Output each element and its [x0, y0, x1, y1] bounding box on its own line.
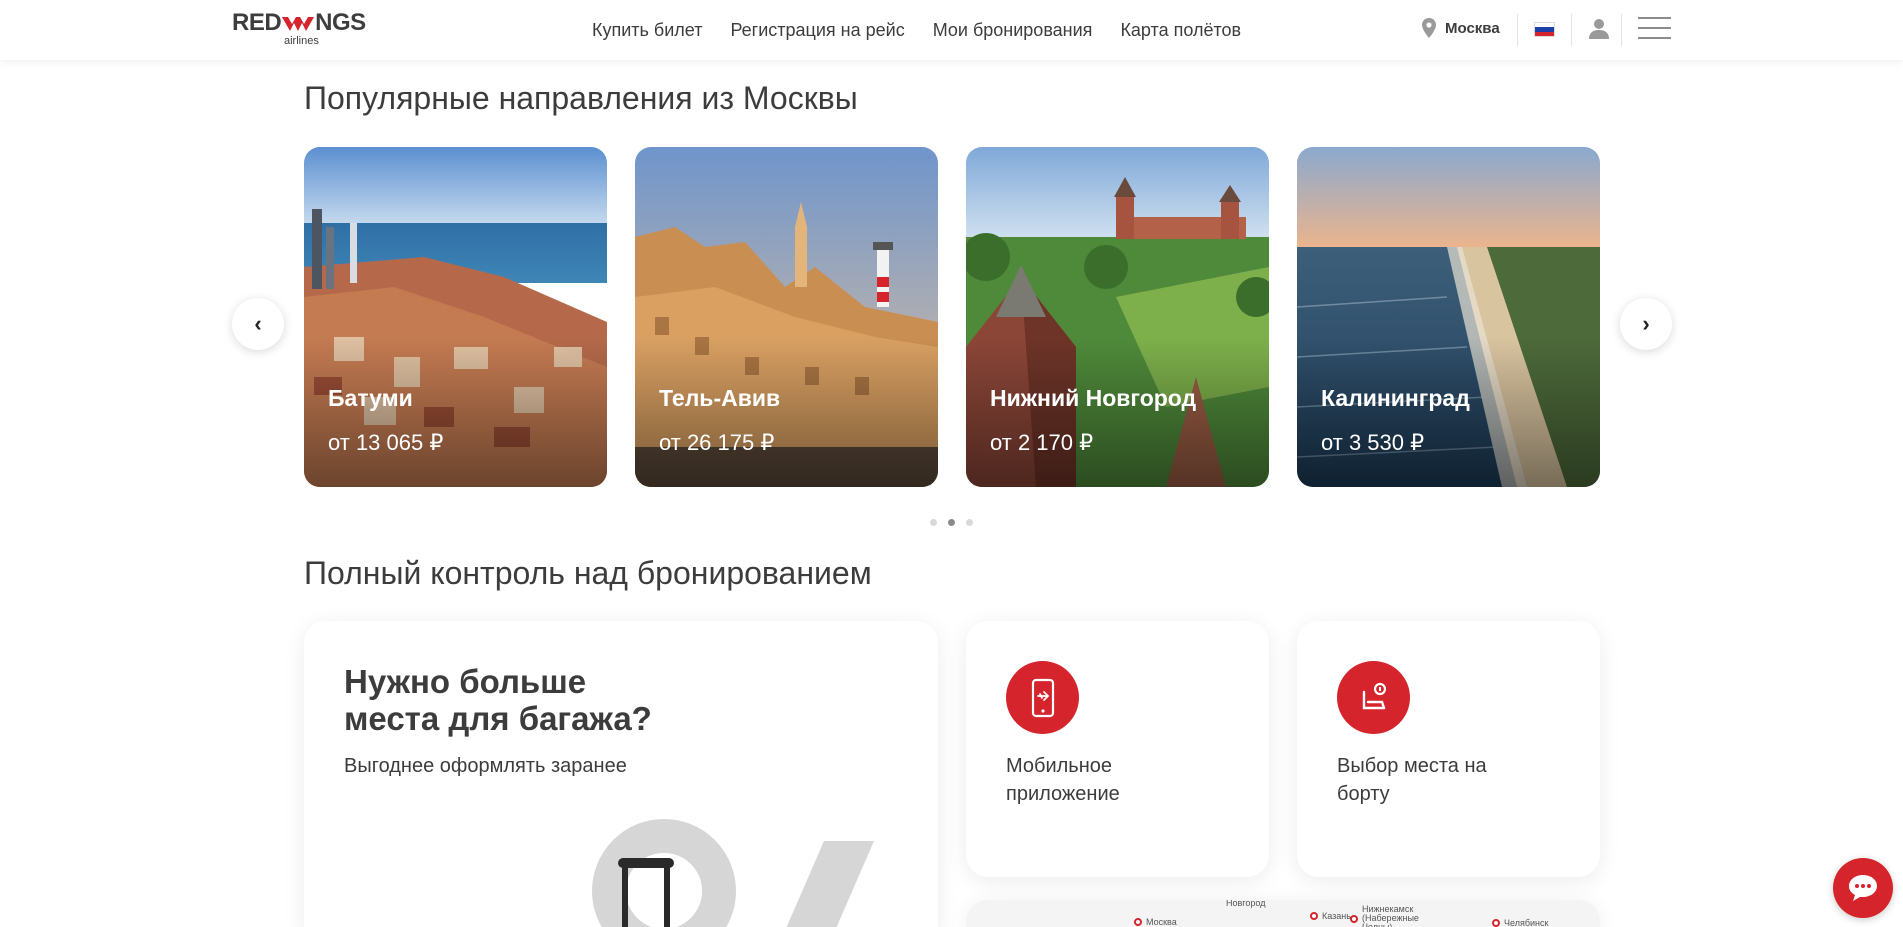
map-city-marker	[1350, 915, 1358, 923]
nav-buy-ticket[interactable]: Купить билет	[592, 20, 702, 41]
percent-suitcase-illustration	[592, 819, 874, 927]
destination-city: Нижний Новгород	[990, 385, 1197, 411]
map-city-label: Казань	[1322, 911, 1351, 921]
logo-text-rest: NGS	[315, 9, 366, 36]
map-city-label: Челябинск	[1504, 918, 1549, 927]
header-divider	[1571, 14, 1572, 46]
header-divider	[1517, 14, 1518, 46]
destination-card[interactable]: Калининград от 3 530 ₽	[1297, 147, 1600, 487]
destination-card[interactable]: Тель-Авив от 26 175 ₽	[635, 147, 938, 487]
pagination-dot[interactable]	[966, 519, 973, 526]
destination-price: от 2 170 ₽	[990, 430, 1094, 455]
carousel-pagination	[930, 519, 984, 526]
site-header: RED NGS airlines Купить билет Регистраци…	[0, 0, 1903, 60]
russia-flag-icon[interactable]	[1534, 22, 1555, 37]
map-city-label: Новгород	[1226, 900, 1266, 908]
chat-button[interactable]	[1833, 858, 1893, 918]
pagination-dot[interactable]	[930, 519, 937, 526]
card-overlay	[1297, 337, 1600, 487]
map-city-label: Нижнекамск (Набережные Челны)	[1362, 904, 1419, 927]
pagination-dot-active[interactable]	[948, 519, 955, 526]
chevron-left-icon: ‹	[254, 311, 262, 336]
feature-label: Мобильное приложение	[1006, 755, 1120, 805]
card-overlay	[304, 337, 607, 487]
destination-price: от 13 065 ₽	[328, 430, 444, 455]
feature-card-seat-selection[interactable]: Выбор места на борту	[1297, 621, 1600, 877]
feature-card-mobile-app[interactable]: Мобильное приложение	[966, 621, 1269, 877]
logo-text-red: RED	[232, 9, 282, 36]
chat-icon	[1849, 875, 1877, 901]
logo-subtitle: airlines	[284, 35, 319, 47]
card-overlay	[966, 337, 1269, 487]
location-pin-icon	[1422, 18, 1436, 38]
destination-price: от 26 175 ₽	[659, 430, 775, 455]
popular-title: Популярные направления из Москвы	[304, 80, 858, 116]
baggage-heading-line: места для багажа?	[344, 700, 652, 737]
baggage-heading-line: Нужно больше	[344, 663, 587, 700]
chevron-right-icon: ›	[1642, 311, 1650, 336]
destination-card[interactable]: Батуми от 13 065 ₽	[304, 147, 607, 487]
logo-wordmark: RED NGS	[232, 11, 374, 35]
destination-card[interactable]: Нижний Новгород от 2 170 ₽	[966, 147, 1269, 487]
header-divider	[1621, 14, 1622, 46]
city-label: Москва	[1445, 19, 1500, 37]
main-nav: Купить билет Регистрация на рейс Мои бро…	[592, 0, 1269, 60]
destination-city: Батуми	[328, 385, 413, 411]
destination-city: Тель-Авив	[659, 385, 781, 411]
user-icon[interactable]	[1588, 18, 1610, 45]
map-city-label: Москва	[1146, 917, 1177, 927]
control-title: Полный контроль над бронированием	[304, 555, 872, 591]
wings-logo-icon	[282, 17, 315, 31]
seat-icon	[1337, 661, 1410, 734]
baggage-promo-card[interactable]: Нужно больше места для багажа? Выгоднее …	[304, 621, 938, 927]
destination-price: от 3 530 ₽	[1321, 430, 1425, 455]
card-overlay	[635, 337, 938, 487]
menu-icon[interactable]	[1638, 17, 1671, 41]
destinations-carousel: Батуми от 13 065 ₽ Тель-Авив от 26 175 ₽…	[304, 147, 1600, 487]
carousel-prev-button[interactable]: ‹	[232, 298, 284, 350]
map-city-marker	[1310, 912, 1318, 920]
nav-flight-map[interactable]: Карта полётов	[1120, 20, 1241, 41]
nav-check-in[interactable]: Регистрация на рейс	[730, 20, 904, 41]
logo[interactable]: RED NGS airlines	[232, 11, 374, 49]
carousel-next-button[interactable]: ›	[1620, 298, 1672, 350]
baggage-heading: Нужно больше места для багажа?	[344, 663, 704, 737]
nav-my-bookings[interactable]: Мои бронирования	[933, 20, 1093, 41]
baggage-subtitle: Выгоднее оформлять заранее	[344, 755, 627, 777]
destination-city: Калининград	[1321, 385, 1470, 411]
map-city-marker	[1492, 919, 1500, 927]
flight-map-preview[interactable]: Москва Новгород Казань Нижнекамск (Набер…	[966, 900, 1600, 927]
city-selector[interactable]: Москва	[1422, 18, 1500, 38]
mobile-app-icon	[1006, 661, 1079, 734]
feature-label: Выбор места на борту	[1337, 755, 1487, 805]
map-city-marker	[1134, 918, 1142, 926]
